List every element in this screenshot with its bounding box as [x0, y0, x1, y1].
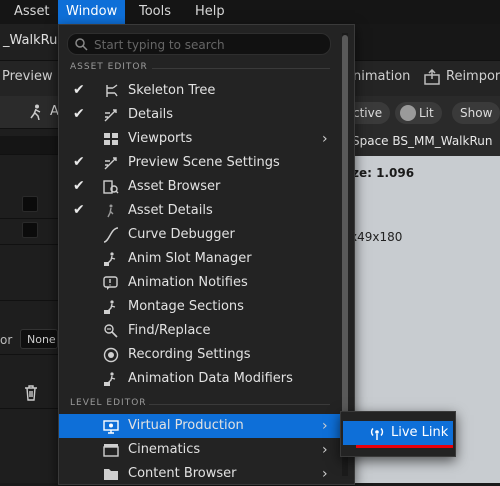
table-row [0, 192, 58, 219]
menu-item-preview-scene-settings[interactable]: ✔ Preview Scene Settings [59, 151, 342, 175]
menu-window[interactable]: Window [58, 0, 126, 24]
menu-item-asset-details[interactable]: ✔ Asset Details [59, 199, 342, 223]
virtual-production-submenu: Live Link [340, 411, 456, 457]
menu-item-label: Cinematics [128, 442, 201, 457]
menu-item-label: Virtual Production [128, 418, 244, 433]
menu-item-label: Animation Notifies [128, 275, 248, 290]
menu-item-label: Recording Settings [128, 347, 251, 362]
menu-item-curve-debugger[interactable]: Curve Debugger [59, 223, 342, 247]
menu-item-asset-browser[interactable]: ✔ Asset Browser [59, 175, 342, 199]
slot-manager-icon [103, 251, 119, 267]
menu-asset[interactable]: Asset [6, 0, 58, 24]
menu-item-label: Montage Sections [128, 299, 244, 314]
menu-item-live-link[interactable]: Live Link [343, 421, 453, 445]
search-icon [74, 37, 88, 51]
check-icon: ✔ [73, 202, 85, 218]
check-icon: ✔ [73, 82, 85, 98]
panel-tab-row: A [0, 96, 59, 129]
row-checkbox[interactable] [22, 196, 38, 212]
virtual-production-icon [103, 418, 119, 434]
check-icon: ✔ [73, 106, 85, 122]
section-divider [152, 68, 330, 69]
details-icon [103, 107, 119, 123]
check-icon: ✔ [73, 154, 85, 170]
viewport-space-text: Space BS_MM_WalkRun [352, 134, 493, 148]
search-input[interactable] [92, 35, 326, 55]
menu-item-animation-data-modifiers[interactable]: Animation Data Modifiers [59, 367, 342, 391]
running-figure-icon [30, 104, 42, 121]
property-row: or None [0, 328, 58, 354]
asset-details-icon [103, 203, 119, 219]
notifies-icon [103, 275, 119, 291]
asset-browser-icon [103, 179, 119, 195]
menu-tools[interactable]: Tools [131, 0, 179, 24]
check-icon: ✔ [73, 178, 85, 194]
viewport-toolbar: ctive Lit Show Space BS_MM_WalkRun [339, 96, 500, 156]
live-link-icon [369, 425, 385, 441]
content-browser-icon [103, 466, 119, 482]
menu-item-label: Curve Debugger [128, 227, 235, 242]
preview-scene-icon [103, 155, 119, 171]
submenu-arrow-icon: › [322, 131, 328, 147]
viewport-size-text: ze: 1.096 [352, 166, 415, 180]
highlight-underline [356, 445, 453, 448]
cinematics-icon [103, 442, 119, 458]
menu-item-label: Anim Slot Manager [128, 251, 252, 266]
menu-help[interactable]: Help [187, 0, 233, 24]
menu-item-label: Animation Data Modifiers [128, 371, 293, 386]
menu-item-label: Content Browser [128, 466, 237, 481]
live-link-label: Live Link [391, 425, 449, 440]
menu-item-viewports[interactable]: Viewports › [59, 127, 342, 151]
recording-icon [103, 347, 119, 363]
menu-item-label: Asset Browser [128, 179, 221, 194]
row-checkbox[interactable] [22, 222, 38, 238]
montage-icon [103, 299, 119, 315]
submenu-arrow-icon: › [322, 418, 328, 434]
menu-item-label: Skeleton Tree [128, 83, 216, 98]
find-replace-icon [103, 323, 119, 339]
menu-item-label: Viewports [128, 131, 193, 146]
section-asset-editor: ASSET EDITOR [70, 62, 148, 72]
asset-tab-label: _WalkRun [3, 33, 66, 48]
asset-tab[interactable]: _WalkRun [0, 24, 66, 60]
table-row [0, 218, 58, 245]
submenu-arrow-icon: › [322, 466, 328, 482]
menu-item-cinematics[interactable]: Cinematics › [59, 438, 342, 462]
menu-item-label: Preview Scene Settings [128, 155, 280, 170]
section-divider [149, 404, 330, 405]
reimport-button[interactable]: Reimport [446, 61, 500, 97]
menu-item-details[interactable]: ✔ Details [59, 103, 342, 127]
menu-item-montage-sections[interactable]: Montage Sections [59, 295, 342, 319]
menu-bar: Asset Window Tools Help [0, 0, 500, 24]
menu-scrollbar-thumb[interactable] [342, 35, 348, 415]
modifiers-icon [103, 371, 119, 387]
property-label: or [0, 333, 13, 347]
menu-item-content-browser[interactable]: Content Browser › [59, 462, 342, 486]
animation-button[interactable]: nimation [353, 61, 410, 97]
curve-icon [103, 227, 119, 243]
window-menu: ASSET EDITOR ✔ Skeleton Tree ✔ Details V… [58, 24, 355, 485]
skeleton-tree-icon [103, 83, 119, 99]
menu-item-animation-notifies[interactable]: Animation Notifies [59, 271, 342, 295]
trash-icon[interactable] [24, 385, 38, 401]
menu-item-label: Find/Replace [128, 323, 211, 338]
menu-item-anim-slot-manager[interactable]: Anim Slot Manager [59, 247, 342, 271]
left-panel: A or None [0, 96, 59, 483]
menu-item-virtual-production[interactable]: Virtual Production › [59, 414, 342, 438]
lit-sphere-icon [400, 105, 416, 121]
reimport-icon [424, 68, 440, 85]
none-dropdown[interactable]: None [20, 329, 58, 349]
viewport-dims-text: x49x180 [350, 230, 403, 244]
show-button[interactable]: Show [452, 102, 500, 124]
menu-item-find-replace[interactable]: Find/Replace [59, 319, 342, 343]
menu-item-recording-settings[interactable]: Recording Settings [59, 343, 342, 367]
viewports-icon [103, 131, 119, 147]
menu-item-label: Details [128, 107, 174, 122]
submenu-arrow-icon: › [322, 442, 328, 458]
section-level-editor: LEVEL EDITOR [70, 398, 147, 408]
menu-search[interactable] [67, 33, 331, 55]
menu-item-label: Asset Details [128, 203, 213, 218]
menu-item-skeleton-tree[interactable]: ✔ Skeleton Tree [59, 79, 342, 103]
